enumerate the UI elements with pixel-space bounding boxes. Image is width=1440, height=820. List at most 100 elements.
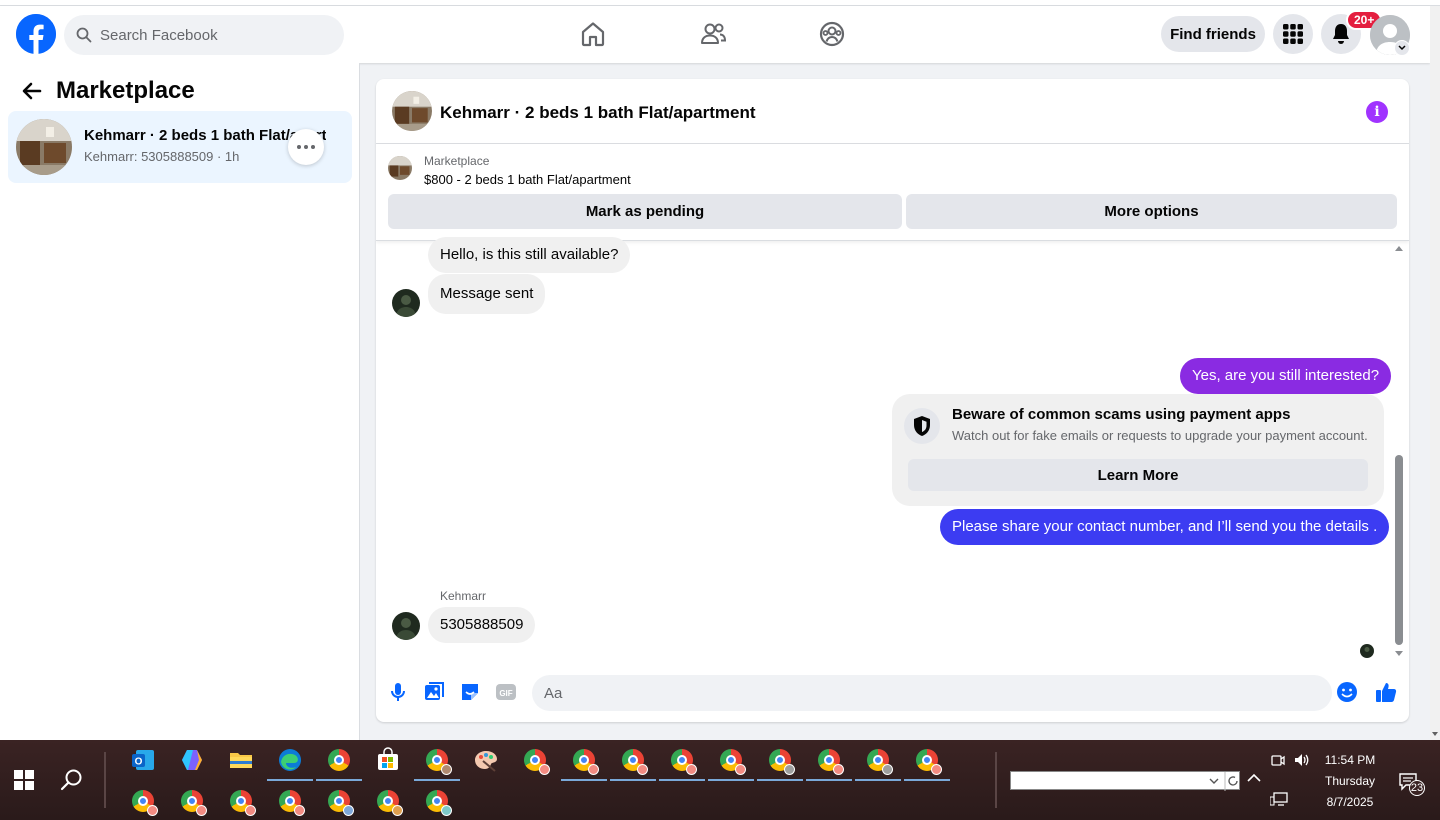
user-photo-icon (392, 289, 420, 317)
chrome-profile-app[interactable] (659, 745, 705, 781)
conversation-more-button[interactable] (288, 129, 324, 165)
chat-header: Kehmarr · 2 beds 1 bath Flat/apartment i (376, 79, 1409, 144)
conversation-item[interactable]: Kehmarr · 2 beds 1 bath Flat/apartment K… (8, 111, 352, 183)
message-composer: GIF Aa (376, 661, 1409, 722)
file-explorer-app[interactable] (226, 745, 256, 775)
paint-app[interactable] (471, 745, 501, 775)
chevron-up-icon[interactable] (1247, 773, 1261, 783)
chrome-icon (818, 749, 844, 775)
outlook-app[interactable]: O (128, 745, 158, 775)
warning-subtitle: Watch out for fake emails or requests to… (952, 428, 1368, 443)
sender-name: Kehmarr (440, 589, 487, 603)
microsoft-store-app[interactable] (373, 745, 403, 775)
more-dots-icon (297, 145, 301, 149)
windows-start-icon[interactable] (14, 770, 34, 790)
facebook-logo[interactable] (16, 14, 56, 54)
sender-avatar[interactable] (392, 289, 420, 317)
account-menu-chevron[interactable] (1394, 40, 1410, 56)
chrome-profile-app[interactable] (610, 745, 656, 781)
groups-icon[interactable] (818, 20, 846, 48)
chrome-profile-app[interactable] (422, 786, 452, 816)
more-options-button[interactable]: More options (906, 194, 1397, 229)
info-icon[interactable]: i (1366, 101, 1388, 123)
network-icon[interactable] (1270, 792, 1288, 806)
chrome-profile-app[interactable] (414, 745, 460, 781)
outgoing-message: Please share your contact number, and I’… (940, 509, 1390, 545)
chrome-profile-app[interactable] (757, 745, 803, 781)
message-scrollbar[interactable] (1393, 241, 1405, 661)
apartment-photo-icon (16, 119, 72, 175)
home-icon[interactable] (579, 20, 607, 48)
menu-button[interactable] (1273, 14, 1313, 54)
chat-listing-thumbnail[interactable] (392, 91, 432, 131)
apartment-photo-icon (392, 91, 432, 131)
friends-icon[interactable] (699, 20, 727, 48)
chrome-profile-app[interactable] (373, 786, 403, 816)
chrome-profile-app[interactable] (324, 786, 354, 816)
chrome-profile-app[interactable] (561, 745, 607, 781)
chrome-icon (426, 749, 452, 775)
chrome-profile-app[interactable] (708, 745, 754, 781)
message-input[interactable]: Aa (532, 675, 1332, 711)
search-icon (76, 27, 92, 43)
outgoing-message: Yes, are you still interested? (1180, 358, 1392, 394)
dropdown-refresh-icon (1209, 772, 1238, 791)
chrome-profile-app[interactable] (855, 745, 901, 781)
incoming-message: Hello, is this still available? (428, 237, 631, 273)
chrome-profile-app[interactable] (520, 745, 550, 775)
listing-source-label: Marketplace (424, 154, 490, 168)
photo-attach-icon[interactable] (423, 681, 445, 703)
taskbar-clock[interactable]: 11:54 PM Thursday 8/7/2025 (1318, 750, 1382, 813)
clock-time: 11:54 PM (1324, 753, 1376, 767)
clock-date: 8/7/2025 (1326, 795, 1374, 809)
apartment-photo-icon (388, 156, 412, 180)
listing-price[interactable]: $800 - 2 beds 1 bath Flat/apartment (424, 172, 631, 187)
listing-thumbnail (16, 119, 72, 175)
chrome-icon (377, 790, 403, 816)
chat-title[interactable]: Kehmarr · 2 beds 1 bath Flat/apartment (440, 103, 756, 123)
learn-more-button[interactable]: Learn More (908, 459, 1368, 491)
sender-avatar[interactable] (392, 612, 420, 640)
chrome-profile-app[interactable] (275, 786, 305, 816)
listing-small-thumbnail (388, 156, 412, 180)
chrome-profile-app[interactable] (128, 786, 158, 816)
emoji-icon[interactable] (1336, 681, 1358, 703)
copilot-app[interactable] (177, 745, 207, 775)
chrome-icon (328, 790, 354, 816)
sticker-icon[interactable] (459, 681, 481, 703)
chrome-icon (230, 790, 256, 816)
facebook-header: Search Facebook Find friends 20+ (0, 6, 1430, 63)
taskbar-address-field[interactable] (1010, 771, 1240, 791)
chat-panel: Kehmarr · 2 beds 1 bath Flat/apartment i… (376, 79, 1409, 722)
taskbar-separator (995, 752, 997, 808)
taskbar-search-icon[interactable] (60, 768, 84, 792)
chrome-profile-app[interactable] (904, 745, 950, 781)
notification-count: 23 (1410, 782, 1424, 794)
chrome-icon (573, 749, 599, 775)
gif-icon[interactable]: GIF (495, 681, 517, 703)
notification-center-button[interactable]: 23 (1398, 772, 1426, 796)
shield-icon (904, 408, 940, 444)
warning-title: Beware of common scams using payment app… (952, 406, 1291, 423)
active-indicator (267, 779, 313, 781)
search-bar[interactable]: Search Facebook (64, 15, 344, 55)
thumbs-up-icon[interactable] (1375, 681, 1397, 703)
message-thread: Hello, is this still available? Message … (376, 237, 1409, 661)
outlook-icon: O (132, 750, 154, 770)
meet-now-icon[interactable] (1270, 752, 1286, 768)
find-friends-button[interactable]: Find friends (1161, 16, 1265, 52)
chrome-app[interactable] (316, 745, 362, 781)
back-arrow-icon[interactable] (20, 79, 44, 103)
chrome-profile-app[interactable] (177, 786, 207, 816)
edge-app[interactable] (267, 745, 313, 781)
search-input[interactable]: Search Facebook (100, 27, 218, 44)
chrome-profile-app[interactable] (226, 786, 256, 816)
conversation-preview: Kehmarr: 5305888509 · 1h (84, 149, 240, 164)
volume-icon[interactable] (1293, 752, 1309, 768)
chrome-icon (524, 749, 550, 775)
mark-as-pending-button[interactable]: Mark as pending (388, 194, 902, 229)
chrome-profile-app[interactable] (806, 745, 852, 781)
page-scrollbar[interactable] (1430, 6, 1440, 740)
chevron-down-icon (1398, 45, 1406, 51)
microphone-icon[interactable] (387, 681, 409, 703)
